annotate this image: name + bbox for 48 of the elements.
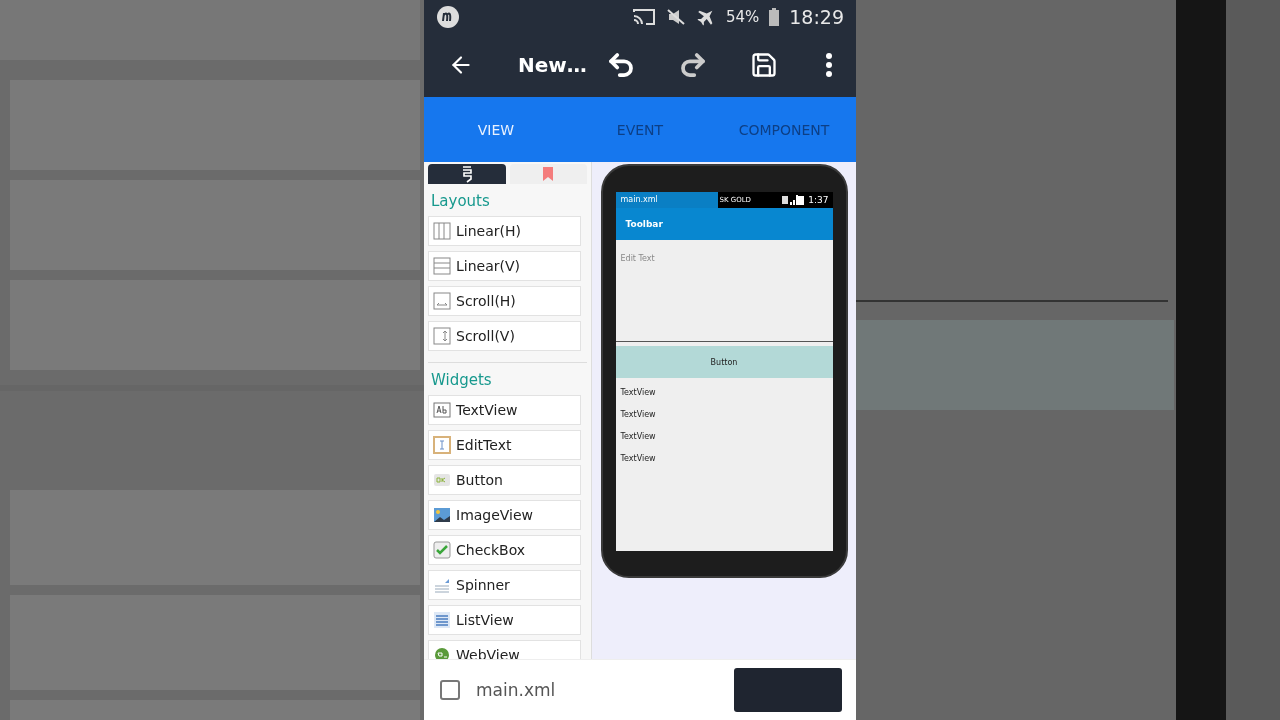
text-view: TextView: [620, 387, 656, 397]
text-view: TextView: [620, 431, 656, 441]
section-title: Widgets: [430, 370, 493, 391]
mute-icon: [665, 7, 686, 26]
file-name: main.xml: [615, 192, 718, 208]
globe-icon: [433, 646, 451, 659]
columns-icon: [433, 222, 451, 240]
text-view: TextView: [620, 453, 656, 463]
undo-icon: [606, 50, 636, 80]
phone-clock: 1:37: [808, 195, 829, 205]
file-name: main.xml: [476, 680, 556, 700]
image-icon: [433, 506, 451, 524]
ok-icon: [433, 471, 451, 489]
app-logo-icon: [436, 4, 460, 29]
palette-item[interactable]: EditText: [428, 430, 581, 460]
section-title: Layouts: [430, 191, 491, 212]
palette-item[interactable]: Spinner: [428, 570, 581, 600]
text-view: TextView: [620, 409, 656, 419]
palette-item[interactable]: Button: [428, 465, 581, 495]
text-cursor-icon: [433, 436, 451, 454]
save-icon: [750, 51, 778, 79]
battery-percent: 54%: [725, 7, 760, 26]
more-options-icon: [826, 53, 832, 77]
palette-item[interactable]: Scroll(H): [428, 286, 581, 316]
file-icon: [438, 678, 462, 702]
bookmark-icon: [542, 166, 555, 182]
palette-item[interactable]: ImageView: [428, 500, 581, 530]
toolbar-title: Toolbar: [625, 219, 663, 229]
battery-icon: [769, 7, 780, 26]
palette-item[interactable]: Scroll(V): [428, 321, 581, 351]
palette-item[interactable]: ListView: [428, 605, 581, 635]
list-icon: [433, 611, 451, 629]
redo-icon: [678, 50, 708, 80]
palette-item[interactable]: TextView: [428, 395, 581, 425]
cast-icon: [631, 7, 656, 26]
signal-icon: [782, 195, 799, 205]
checkbox-icon: [433, 541, 451, 559]
tab[interactable]: VIEW: [424, 97, 568, 162]
palette-item[interactable]: CheckBox: [428, 535, 581, 565]
project-title: New…: [518, 53, 588, 77]
battery-icon: [798, 195, 805, 205]
clock: 18:29: [789, 5, 844, 28]
palette-item[interactable]: Linear(V): [428, 251, 581, 281]
text-icon: [433, 401, 451, 419]
palette-item[interactable]: Linear(H): [428, 216, 581, 246]
widget-stack-icon: [460, 165, 473, 183]
palette-tab[interactable]: [428, 164, 506, 184]
rows-icon: [433, 257, 451, 275]
